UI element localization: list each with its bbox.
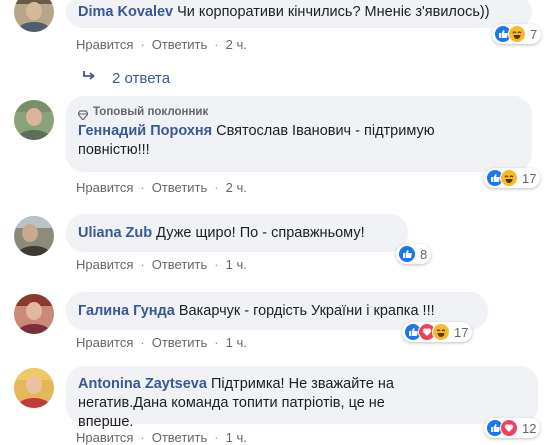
replies-count-label[interactable]: 2 ответа	[112, 70, 170, 87]
comment-text: Дуже щиро! По - справжньому!	[156, 225, 365, 241]
reaction-summary[interactable]: 17	[484, 168, 541, 188]
comment-text: Вакарчук - гордість України і крапка !!!	[178, 303, 435, 319]
diamond-icon	[77, 108, 89, 121]
like-icon	[398, 245, 416, 263]
comment-text: Чи корпоративи кінчились? Мненіє з'явило…	[177, 4, 490, 20]
separator: ·	[214, 335, 219, 350]
comment-bubble: Antonina Zaytseva Підтримка! Не зважайте…	[66, 366, 538, 430]
reaction-count: 17	[522, 170, 537, 186]
comment-actions: Нравится · Ответить · 2 ч.	[76, 37, 247, 52]
like-button[interactable]: Нравится	[76, 257, 133, 272]
comment-author[interactable]: Геннадий Порохня	[78, 123, 212, 139]
reaction-count: 17	[454, 324, 469, 340]
separator: ·	[140, 180, 145, 195]
haha-icon	[432, 323, 450, 341]
top-fan-badge: Топовый поклонник	[77, 104, 520, 121]
comment-author[interactable]: Галина Гунда	[78, 303, 175, 319]
reaction-count: 12	[522, 420, 537, 436]
reaction-summary[interactable]: 17	[402, 322, 473, 342]
badge-label: Топовый поклонник	[93, 105, 209, 118]
love-icon	[500, 419, 518, 437]
reply-arrow-icon	[82, 69, 96, 87]
like-button[interactable]: Нравится	[76, 180, 133, 195]
haha-icon	[500, 169, 518, 187]
avatar[interactable]	[14, 294, 54, 334]
haha-icon	[508, 25, 526, 43]
comment-actions: Нравится · Ответить · 1 ч.	[76, 335, 247, 350]
separator: ·	[140, 37, 145, 52]
reply-button[interactable]: Ответить	[152, 180, 208, 195]
avatar[interactable]	[14, 368, 54, 408]
separator: ·	[214, 37, 219, 52]
reply-button[interactable]: Ответить	[152, 37, 208, 52]
avatar[interactable]	[14, 100, 54, 140]
reaction-summary[interactable]: 8	[396, 244, 432, 264]
comment-bubble: Топовый поклонник Геннадий Порохня Свято…	[66, 96, 532, 172]
comment-bubble: Dima Kovalev Чи корпоративи кінчились? М…	[66, 0, 532, 28]
reaction-summary[interactable]: 12	[484, 418, 541, 438]
comment-author[interactable]: Dima Kovalev	[78, 4, 173, 20]
separator: ·	[140, 257, 145, 272]
comment-actions: Нравится · Ответить · 2 ч.	[76, 180, 247, 195]
view-replies-link[interactable]: 2 ответа	[82, 69, 170, 87]
comment-time[interactable]: 1 ч.	[226, 335, 247, 350]
reaction-count: 7	[530, 26, 538, 42]
comment-time[interactable]: 1 ч.	[226, 257, 247, 272]
comment-actions: Нравится · Ответить · 1 ч.	[76, 257, 247, 272]
like-button[interactable]: Нравится	[76, 335, 133, 350]
comment-bubble: Uliana Zub Дуже щиро! По - справжньому!	[66, 214, 408, 252]
separator: ·	[140, 335, 145, 350]
separator: ·	[214, 180, 219, 195]
reaction-count: 8	[420, 246, 428, 262]
like-button[interactable]: Нравится	[76, 37, 133, 52]
comment-author[interactable]: Uliana Zub	[78, 225, 152, 241]
avatar[interactable]	[14, 0, 54, 32]
reaction-summary[interactable]: 7	[492, 24, 542, 44]
avatar[interactable]	[14, 216, 54, 256]
reply-button[interactable]: Ответить	[152, 257, 208, 272]
comment-time[interactable]: 2 ч.	[226, 37, 247, 52]
reply-button[interactable]: Ответить	[152, 335, 208, 350]
comment-author[interactable]: Antonina Zaytseva	[78, 376, 207, 392]
separator: ·	[214, 257, 219, 272]
comment-time[interactable]: 2 ч.	[226, 180, 247, 195]
